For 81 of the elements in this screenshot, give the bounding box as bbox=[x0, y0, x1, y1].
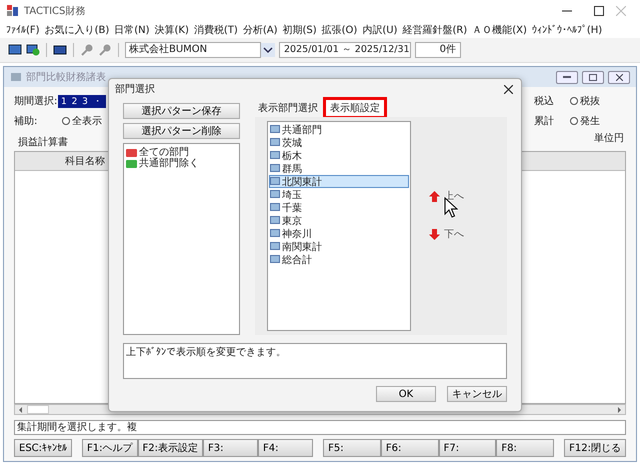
minimize-button[interactable] bbox=[556, 70, 578, 84]
maximize-icon[interactable] bbox=[594, 6, 604, 16]
period-field[interactable]: 2025/01/01 ～ 2025/12/31 bbox=[279, 42, 411, 58]
unit-label: 単位円 bbox=[594, 132, 624, 145]
key-icon[interactable] bbox=[80, 43, 94, 57]
function-key-button[interactable]: F5: bbox=[323, 439, 381, 457]
cancel-button[interactable]: キャンセル bbox=[447, 386, 507, 402]
function-key-button[interactable]: F7: bbox=[438, 439, 496, 457]
function-key-button[interactable]: F1:ヘルプ bbox=[82, 439, 138, 457]
dialog-tab[interactable]: 表示順設定 bbox=[323, 97, 387, 119]
menu-item[interactable]: ﾌｧｲﾙ(F) bbox=[6, 24, 40, 36]
function-key-button[interactable]: F4: bbox=[258, 439, 314, 457]
function-key-button[interactable]: F8: bbox=[496, 439, 554, 457]
close-icon bbox=[616, 74, 622, 80]
column-header: 科目名称 bbox=[65, 154, 105, 168]
pattern-item[interactable]: 全ての部門 bbox=[126, 146, 237, 157]
scroll-left-icon[interactable] bbox=[17, 406, 25, 414]
restore-button[interactable] bbox=[582, 70, 604, 84]
folder-icon bbox=[126, 158, 137, 168]
period-selector[interactable]: 1 2 3 ・ bbox=[58, 94, 106, 108]
app-logo-icon bbox=[6, 4, 20, 18]
menu-item[interactable]: 日常(N) bbox=[114, 23, 150, 37]
count-field: 0件 bbox=[415, 42, 461, 58]
function-key-button[interactable]: F3: bbox=[203, 439, 258, 457]
scrollbar-thumb[interactable] bbox=[27, 405, 49, 414]
department-item[interactable]: 南関東計 bbox=[269, 240, 409, 253]
department-item[interactable]: 茨城 bbox=[269, 136, 409, 149]
menu-item[interactable]: ｳｨﾝﾄﾞｳ･ﾍﾙﾌﾟ(H) bbox=[532, 24, 602, 36]
window-title: TACTICS財務 bbox=[24, 4, 86, 18]
ok-button[interactable]: OK bbox=[376, 386, 436, 402]
menu-item[interactable]: 拡張(O) bbox=[322, 23, 358, 37]
aux-label: 補助: bbox=[14, 114, 38, 128]
menu-item[interactable]: ＡＯ機能(X) bbox=[472, 23, 527, 37]
pattern-button[interactable]: 選択パターン削除 bbox=[123, 123, 240, 139]
menu-item[interactable]: 内訳(U) bbox=[362, 23, 398, 37]
menu-item[interactable]: 経営羅針盤(R) bbox=[402, 23, 468, 37]
department-item[interactable]: 北関東計 bbox=[269, 175, 409, 188]
close-button[interactable] bbox=[608, 70, 630, 84]
monitor-icon[interactable] bbox=[8, 44, 22, 56]
menu-item[interactable]: 分析(A) bbox=[242, 23, 278, 37]
down-arrow-icon bbox=[429, 228, 440, 240]
move-down-button[interactable]: 下へ bbox=[429, 227, 464, 241]
company-dropdown[interactable]: 株式会社BUMON bbox=[125, 42, 261, 58]
function-key-button[interactable]: F6: bbox=[380, 439, 439, 457]
tax-radio[interactable]: 税抜 bbox=[570, 94, 626, 108]
pattern-button[interactable]: 選択パターン保存 bbox=[123, 103, 240, 119]
menu-item[interactable]: 初期(S) bbox=[282, 23, 317, 37]
function-key-button[interactable]: F2:表示設定 bbox=[138, 439, 203, 457]
window-icon[interactable] bbox=[53, 44, 67, 56]
dialog-title: 部門選択 bbox=[115, 82, 155, 96]
key-icon[interactable] bbox=[98, 43, 112, 57]
department-item[interactable]: 栃木 bbox=[269, 149, 409, 162]
menu-item[interactable]: 消費税(T) bbox=[194, 23, 238, 37]
sum-option-label: 累計 bbox=[534, 114, 555, 128]
aux-radio[interactable]: 全表示 bbox=[62, 114, 118, 128]
status-message: 集計期間を選択します。複 bbox=[14, 420, 626, 435]
pattern-item[interactable]: 共通部門除く bbox=[126, 157, 237, 168]
menu-item[interactable]: 決算(K) bbox=[154, 23, 189, 37]
department-item[interactable]: 千葉 bbox=[269, 201, 409, 214]
function-key-button[interactable]: F12:閉じる bbox=[564, 439, 626, 457]
menu-item[interactable]: お気に入り(B) bbox=[44, 23, 110, 37]
period-label: 期間選択: bbox=[14, 94, 58, 108]
report-tab[interactable]: 損益計算書 bbox=[14, 135, 72, 149]
department-item[interactable]: 総合計 bbox=[269, 253, 409, 266]
scroll-right-icon[interactable] bbox=[615, 406, 623, 414]
window-icon bbox=[10, 72, 22, 82]
department-item[interactable]: 東京 bbox=[269, 214, 409, 227]
function-key-button[interactable]: ESC:ｷｬﾝｾﾙ bbox=[14, 439, 72, 457]
dialog-tab[interactable]: 表示部門選択 bbox=[255, 101, 321, 115]
department-item[interactable]: 群馬 bbox=[269, 162, 409, 175]
department-item[interactable]: 共通部門 bbox=[269, 123, 409, 136]
department-item[interactable]: 埼玉 bbox=[269, 188, 409, 201]
monitor-refresh-icon[interactable] bbox=[26, 44, 40, 56]
folder-icon bbox=[126, 146, 137, 156]
sum-radio[interactable]: 発生 bbox=[570, 114, 626, 128]
tax-option-label: 税込 bbox=[534, 94, 555, 108]
close-icon[interactable] bbox=[504, 84, 513, 94]
report-window-title: 部門比較財務諸表 bbox=[26, 70, 106, 84]
up-arrow-icon bbox=[429, 190, 440, 202]
message-box: 上下ﾎﾞﾀﾝで表示順を変更できます。 bbox=[123, 343, 507, 379]
department-item[interactable]: 神奈川 bbox=[269, 227, 409, 240]
